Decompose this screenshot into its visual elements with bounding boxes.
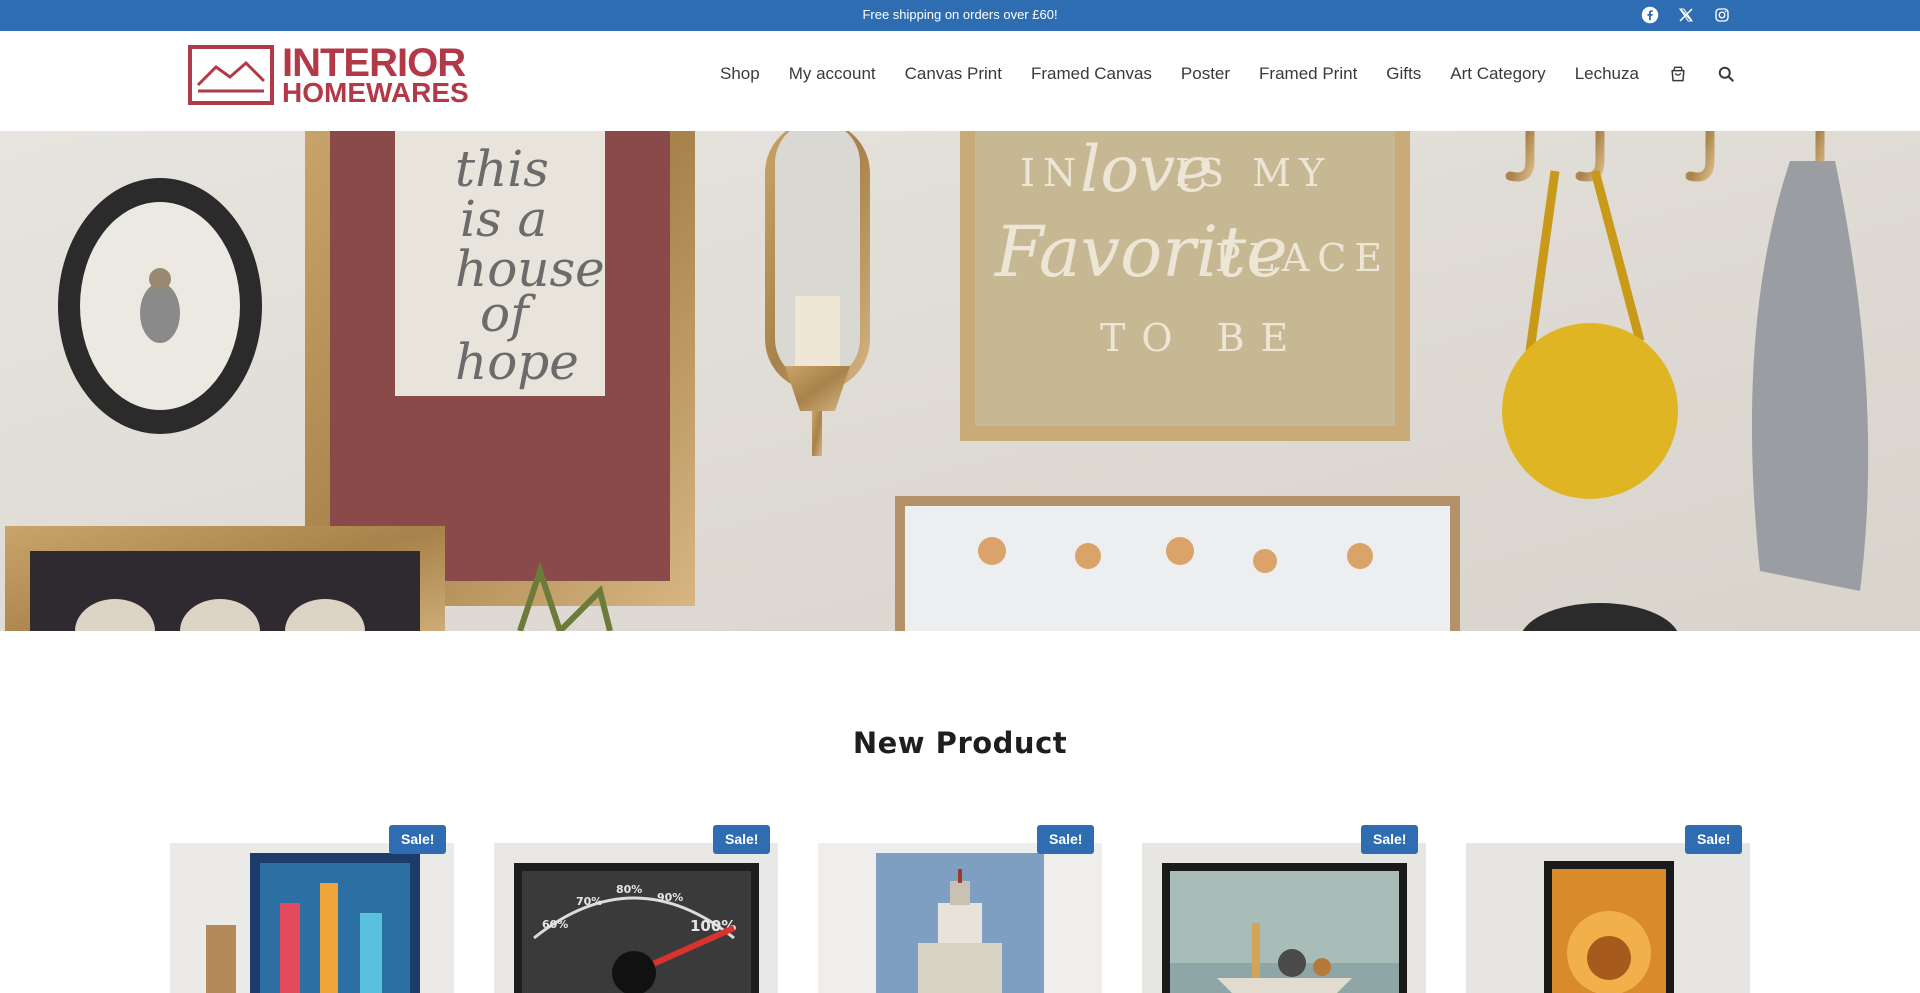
announcement-bar: Free shipping on orders over £60! — [0, 0, 1920, 31]
logo-text-homewares: HOMEWARES — [282, 77, 469, 108]
sale-badge[interactable]: Sale! — [1361, 825, 1419, 854]
product-card-4[interactable] — [1142, 843, 1426, 993]
nav-item-art-category[interactable]: Art Category — [1450, 64, 1545, 84]
nav-item-lechuza[interactable]: Lechuza — [1575, 64, 1639, 84]
product-image-lion — [1466, 843, 1750, 993]
product-card-3[interactable] — [818, 843, 1102, 993]
x-twitter-icon[interactable] — [1677, 6, 1695, 24]
nav-item-my-account[interactable]: My account — [789, 64, 876, 84]
nav-item-shop[interactable]: Shop — [720, 64, 760, 84]
product-card-2[interactable]: 60% 70% 80% 90% 100% — [494, 843, 778, 993]
hero-art-quote-is-my: IS MY — [1175, 151, 1332, 195]
gauge-label-60: 60% — [542, 918, 568, 931]
nav-item-gifts[interactable]: Gifts — [1386, 64, 1421, 84]
gauge-label-70: 70% — [576, 895, 602, 908]
product-image-animals-boat — [1142, 843, 1426, 993]
hero-art-text-5: hope — [455, 333, 579, 391]
site-logo[interactable]: INTERIOR HOMEWARES — [188, 43, 480, 109]
hero-art-quote-place: PLACE — [1215, 236, 1390, 280]
facebook-icon[interactable] — [1641, 6, 1659, 24]
sale-badge[interactable]: Sale! — [1685, 825, 1743, 854]
section-title-new-product: New Product — [852, 726, 1068, 760]
product-image-city-canvas — [170, 843, 454, 993]
shipping-message: Free shipping on orders over £60! — [862, 7, 1058, 22]
gauge-label-80: 80% — [616, 883, 642, 896]
product-image-speedometer: 60% 70% 80% 90% 100% — [494, 843, 778, 993]
instagram-icon[interactable] — [1713, 6, 1731, 24]
nav-item-poster[interactable]: Poster — [1181, 64, 1230, 84]
hero-banner: this is a house of hope IN love IS MY Fa… — [0, 131, 1920, 631]
hero-art-text-3: house — [455, 240, 605, 298]
hero-art-quote-in: IN — [1020, 151, 1084, 195]
gauge-label-90: 90% — [657, 891, 683, 904]
nav-item-framed-canvas[interactable]: Framed Canvas — [1031, 64, 1152, 84]
nav-item-framed-print[interactable]: Framed Print — [1259, 64, 1357, 84]
cart-icon[interactable] — [1668, 64, 1688, 84]
nav-item-canvas-print[interactable]: Canvas Print — [905, 64, 1002, 84]
main-navigation: Shop My account Canvas Print Framed Canv… — [720, 64, 1764, 84]
product-card-5[interactable] — [1466, 843, 1750, 993]
sale-badge[interactable]: Sale! — [1037, 825, 1095, 854]
hero-gallery-wall-image: this is a house of hope IN love IS MY Fa… — [0, 131, 1920, 631]
search-icon[interactable] — [1716, 64, 1736, 84]
sale-badge[interactable]: Sale! — [713, 825, 771, 854]
logo-frame-graphic — [188, 45, 274, 105]
hero-art-quote-to-be: TO BE — [1100, 316, 1304, 360]
product-image-clocktower — [818, 843, 1102, 993]
mountain-icon — [196, 60, 266, 93]
social-links — [1641, 6, 1731, 24]
sale-badge[interactable]: Sale! — [389, 825, 447, 854]
site-header: INTERIOR HOMEWARES Shop My account Canva… — [0, 31, 1920, 131]
product-card-1[interactable] — [170, 843, 454, 993]
